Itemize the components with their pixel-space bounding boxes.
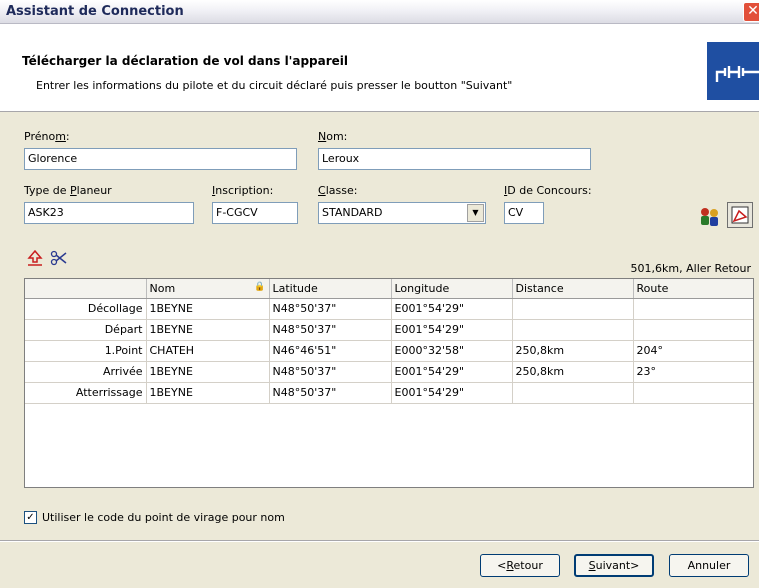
classe-selected-value: STANDARD bbox=[322, 206, 383, 219]
latitude-cell[interactable]: N48°50'37" bbox=[269, 382, 392, 404]
type-planeur-field[interactable]: ASK23 bbox=[24, 202, 194, 224]
lock-icon: 🔒 bbox=[254, 281, 266, 292]
route-cell: 23° bbox=[633, 361, 753, 383]
classe-label: Classe: bbox=[318, 184, 358, 197]
row-type-cell: Atterrissage bbox=[25, 382, 147, 404]
table-row[interactable]: 1.Point CHATEH N46°46'51" E000°32'58" 25… bbox=[25, 340, 753, 362]
connector-plug-icon bbox=[707, 42, 759, 100]
latitude-cell[interactable]: N48°50'37" bbox=[269, 298, 392, 320]
nom-label: Nom: bbox=[318, 130, 348, 143]
longitude-cell[interactable]: E001°54'29" bbox=[391, 361, 513, 383]
inscription-field[interactable]: F-CGCV bbox=[212, 202, 298, 224]
longitude-cell[interactable]: E001°54'29" bbox=[391, 382, 513, 404]
column-header-route[interactable]: Route bbox=[633, 279, 753, 299]
distance-cell: 250,8km bbox=[512, 361, 634, 383]
column-header-distance[interactable]: Distance bbox=[512, 279, 634, 299]
table-row[interactable]: Départ 1BEYNE N48°50'37" E001°54'29" bbox=[25, 319, 753, 341]
latitude-cell[interactable]: N48°50'37" bbox=[269, 361, 392, 383]
row-type-cell: Départ bbox=[25, 319, 147, 341]
row-type-cell: 1.Point bbox=[25, 340, 147, 362]
scissors-icon[interactable] bbox=[50, 250, 68, 270]
classe-select[interactable]: STANDARD ▼ bbox=[318, 202, 486, 224]
close-icon[interactable]: ✕ bbox=[743, 2, 759, 22]
column-header-longitude[interactable]: Longitude bbox=[391, 279, 513, 299]
header-title: Télécharger la déclaration de vol dans l… bbox=[22, 54, 349, 68]
longitude-cell[interactable]: E000°32'58" bbox=[391, 340, 513, 362]
route-cell bbox=[633, 382, 753, 404]
wizard-header: Télécharger la déclaration de vol dans l… bbox=[0, 24, 759, 112]
task-summary: 501,6km, Aller Retour bbox=[630, 262, 751, 275]
latitude-cell[interactable]: N46°46'51" bbox=[269, 340, 392, 362]
id-concours-field[interactable]: CV bbox=[504, 202, 544, 224]
column-header-latitude[interactable]: Latitude bbox=[269, 279, 392, 299]
nom-field[interactable]: Leroux bbox=[318, 148, 591, 170]
use-waypoint-code-label[interactable]: Utiliser le code du point de virage pour… bbox=[42, 511, 285, 524]
table-header-row: Nom 🔒 Latitude Longitude Distance Route bbox=[25, 279, 753, 299]
distance-cell bbox=[512, 298, 634, 320]
nom-cell[interactable]: 1BEYNE bbox=[146, 382, 270, 404]
footer-divider bbox=[0, 540, 759, 542]
waypoints-table[interactable]: Nom 🔒 Latitude Longitude Distance Route D… bbox=[24, 278, 754, 488]
chevron-down-icon[interactable]: ▼ bbox=[467, 204, 484, 222]
inscription-label: Inscription: bbox=[212, 184, 274, 197]
next-button[interactable]: Suivant> bbox=[574, 554, 654, 577]
table-row[interactable]: Décollage 1BEYNE N48°50'37" E001°54'29" bbox=[25, 298, 753, 320]
column-header[interactable] bbox=[25, 279, 147, 299]
table-row[interactable]: Atterrissage 1BEYNE N48°50'37" E001°54'2… bbox=[25, 382, 753, 404]
pilots-icon[interactable] bbox=[697, 204, 723, 230]
window-title-bar[interactable]: Assistant de Connection ✕ bbox=[0, 0, 759, 24]
table-row[interactable]: Arrivée 1BEYNE N48°50'37" E001°54'29" 25… bbox=[25, 361, 753, 383]
upload-arrow-icon[interactable] bbox=[26, 249, 44, 270]
type-planeur-label: Type de Planeur bbox=[24, 184, 112, 197]
prenom-field[interactable]: Glorence bbox=[24, 148, 297, 170]
nom-cell[interactable]: CHATEH bbox=[146, 340, 270, 362]
prenom-label: Prénom: bbox=[24, 130, 70, 143]
longitude-cell[interactable]: E001°54'29" bbox=[391, 319, 513, 341]
id-concours-label: ID de Concours: bbox=[504, 184, 592, 197]
row-type-cell: Arrivée bbox=[25, 361, 147, 383]
distance-cell bbox=[512, 319, 634, 341]
longitude-cell[interactable]: E001°54'29" bbox=[391, 298, 513, 320]
route-cell bbox=[633, 319, 753, 341]
use-waypoint-code-checkbox[interactable]: ✓ bbox=[24, 511, 37, 524]
map-icon[interactable] bbox=[727, 202, 753, 228]
window-title: Assistant de Connection bbox=[6, 4, 184, 19]
distance-cell bbox=[512, 382, 634, 404]
nom-cell[interactable]: 1BEYNE bbox=[146, 298, 270, 320]
cancel-button[interactable]: Annuler bbox=[669, 554, 749, 577]
distance-cell: 250,8km bbox=[512, 340, 634, 362]
column-header-nom[interactable]: Nom 🔒 bbox=[146, 279, 270, 299]
header-subtitle: Entrer les informations du pilote et du … bbox=[36, 79, 513, 92]
nom-cell[interactable]: 1BEYNE bbox=[146, 319, 270, 341]
nom-cell[interactable]: 1BEYNE bbox=[146, 361, 270, 383]
latitude-cell[interactable]: N48°50'37" bbox=[269, 319, 392, 341]
row-type-cell: Décollage bbox=[25, 298, 147, 320]
back-button[interactable]: <Retour bbox=[480, 554, 560, 577]
route-cell bbox=[633, 298, 753, 320]
route-cell: 204° bbox=[633, 340, 753, 362]
